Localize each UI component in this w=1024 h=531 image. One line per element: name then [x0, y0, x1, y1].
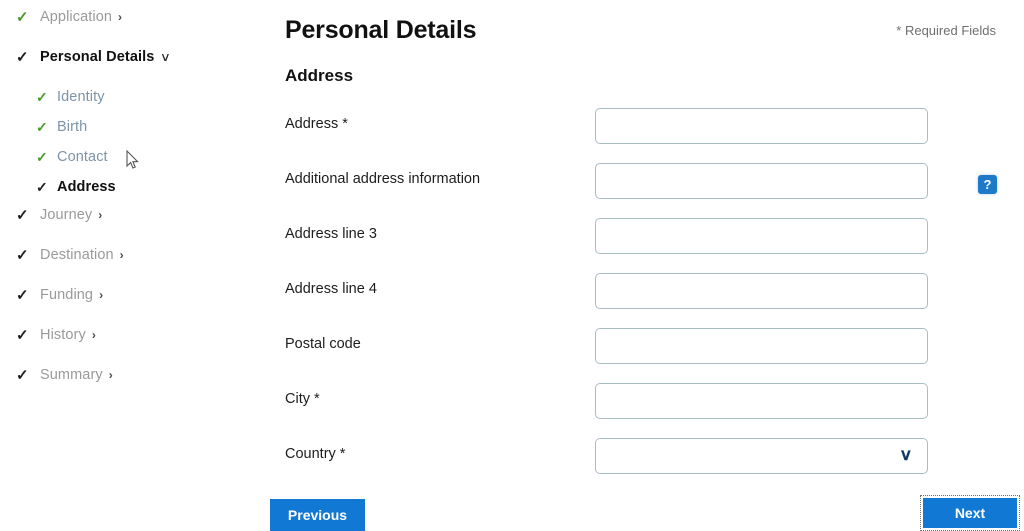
- sidebar-item-history[interactable]: ✓ History ›: [0, 322, 270, 348]
- sidebar-item-funding[interactable]: ✓ Funding ›: [0, 282, 270, 308]
- page-title: Personal Details: [285, 16, 477, 44]
- checkmark-icon: ✓: [16, 48, 29, 66]
- checkmark-icon: ✓: [16, 246, 29, 264]
- sidebar-item-label: Personal Details: [40, 49, 155, 65]
- next-button-focus-ring: Next: [920, 495, 1020, 531]
- chevron-right-icon: ›: [98, 208, 103, 222]
- sidebar-item-birth[interactable]: ✓ Birth: [0, 112, 270, 142]
- sidebar-item-identity[interactable]: ✓ Identity: [0, 82, 270, 112]
- field-row-city: City *: [270, 383, 1024, 438]
- sidebar-item-label: Birth: [57, 119, 88, 135]
- sidebar-item-personal-details[interactable]: ✓ Personal Details ∨: [0, 44, 270, 70]
- checkmark-icon: ✓: [36, 89, 48, 105]
- field-label-city: City *: [285, 391, 320, 407]
- field-label-country: Country *: [285, 446, 346, 462]
- chevron-down-icon: ∨: [160, 50, 172, 64]
- address-form: Address * Additional address information?…: [270, 108, 1024, 493]
- next-button[interactable]: Next: [923, 498, 1017, 528]
- sidebar-item-summary[interactable]: ✓ Summary ›: [0, 362, 270, 388]
- field-label-address: Address *: [285, 116, 348, 132]
- field-label-postal-code: Postal code: [285, 336, 361, 352]
- field-row-country: Country * ∨: [270, 438, 1024, 493]
- sidebar-item-label: Application: [40, 9, 113, 25]
- field-label-additional-address-information: Additional address information: [285, 171, 481, 187]
- chevron-right-icon: ›: [118, 10, 123, 24]
- checkmark-icon: ✓: [16, 286, 29, 304]
- sidebar-item-journey[interactable]: ✓ Journey ›: [0, 202, 270, 228]
- sidebar-item-destination[interactable]: ✓ Destination ›: [0, 242, 270, 268]
- wizard-step-sidebar: ✓ Application › ✓ Personal Details ∨ ✓ Identity…: [0, 0, 270, 527]
- field-row-address-line-4: Address line 4: [270, 273, 1024, 328]
- application-form-page: ✓ Application › ✓ Personal Details ∨ ✓ Identity…: [0, 0, 1024, 531]
- checkmark-icon: ✓: [16, 206, 29, 224]
- input-address-line-4[interactable]: [595, 273, 928, 309]
- help-question-mark-icon[interactable]: ?: [978, 175, 997, 194]
- field-label-address-line-3: Address line 3: [285, 226, 377, 242]
- section-title: Address: [285, 66, 354, 85]
- sidebar-item-application[interactable]: ✓ Application ›: [0, 4, 270, 30]
- checkmark-icon: ✓: [16, 8, 29, 26]
- chevron-right-icon: ›: [108, 368, 113, 382]
- sidebar-item-address[interactable]: ✓ Address: [0, 172, 270, 202]
- input-address-line-3[interactable]: [595, 218, 928, 254]
- field-row-address-line-3: Address line 3: [270, 218, 1024, 273]
- field-row-postal-code: Postal code: [270, 328, 1024, 383]
- main-content: Personal Details Address * Required Fiel…: [270, 0, 1024, 527]
- checkmark-icon: ✓: [36, 119, 48, 135]
- sidebar-item-label: Journey: [40, 207, 93, 223]
- input-city[interactable]: [595, 383, 928, 419]
- sidebar-item-label: Summary: [40, 367, 103, 383]
- field-row-additional-address-information: Additional address information?: [270, 163, 1024, 218]
- sidebar-item-label: History: [40, 327, 86, 343]
- chevron-right-icon: ›: [99, 288, 104, 302]
- chevron-right-icon: ›: [91, 328, 96, 342]
- checkmark-icon: ✓: [36, 149, 48, 165]
- sidebar-item-label: Address: [57, 179, 116, 195]
- input-address[interactable]: [595, 108, 928, 144]
- checkmark-icon: ✓: [16, 366, 29, 384]
- required-fields-note: * Required Fields: [896, 23, 996, 38]
- field-label-address-line-4: Address line 4: [285, 281, 377, 297]
- checkmark-icon: ✓: [36, 179, 48, 195]
- sidebar-item-label: Destination: [40, 247, 114, 263]
- select-country[interactable]: [595, 438, 928, 474]
- sidebar-item-contact[interactable]: ✓ Contact: [0, 142, 270, 172]
- input-additional-address-information[interactable]: [595, 163, 928, 199]
- input-postal-code[interactable]: [595, 328, 928, 364]
- chevron-right-icon: ›: [119, 248, 124, 262]
- select-wrapper-country: ∨: [595, 438, 928, 474]
- field-row-address: Address *: [270, 108, 1024, 163]
- previous-button[interactable]: Previous: [270, 499, 365, 531]
- sidebar-item-label: Identity: [57, 89, 105, 105]
- checkmark-icon: ✓: [16, 326, 29, 344]
- sidebar-item-label: Contact: [57, 149, 108, 165]
- sidebar-item-label: Funding: [40, 287, 94, 303]
